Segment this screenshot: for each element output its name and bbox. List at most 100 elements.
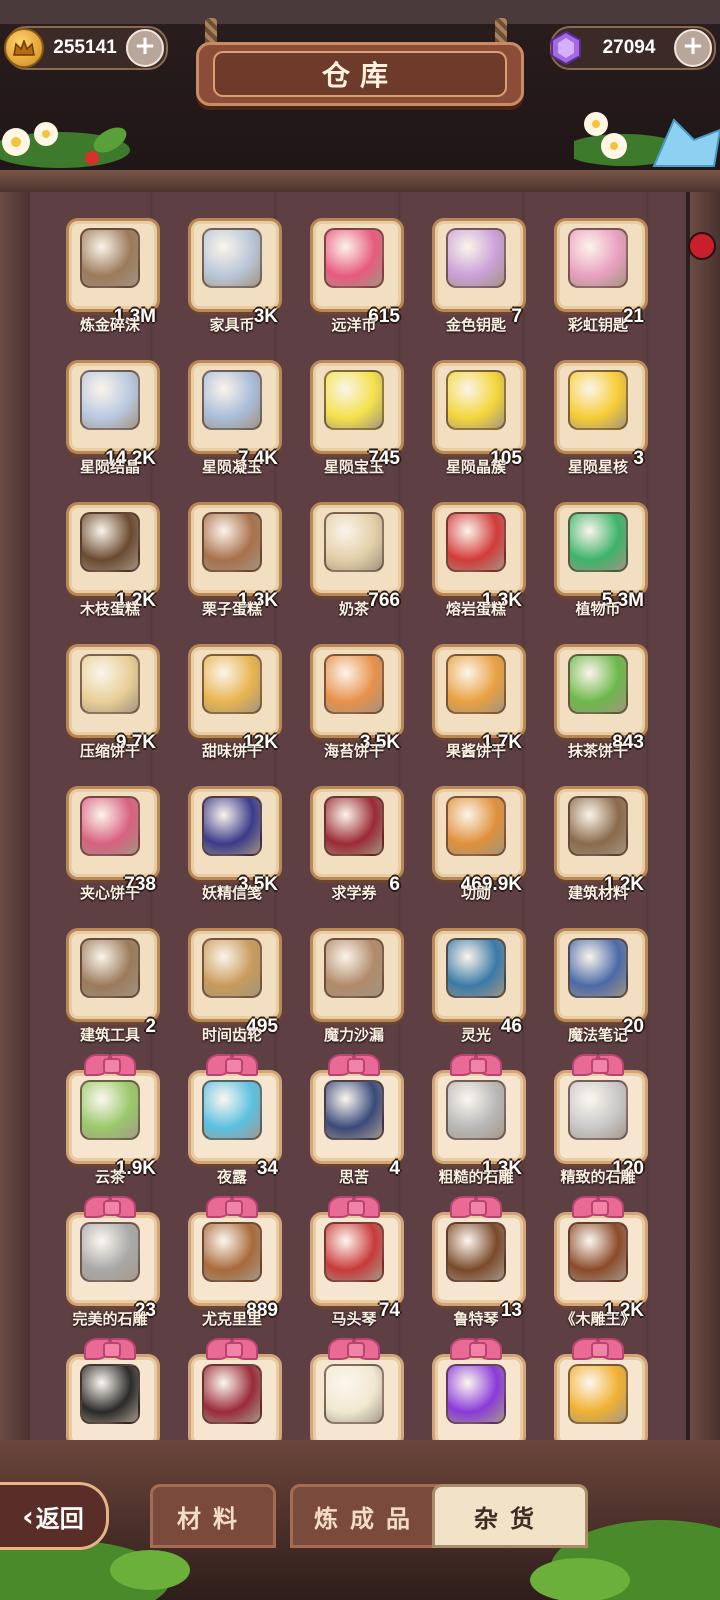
inventory-item[interactable]: 745 星陨宝玉 [304,356,404,492]
tab-materials[interactable]: 材料 [150,1484,276,1548]
inventory-item[interactable]: 1.3K 熔岩蛋糕 [426,498,526,634]
inventory-item[interactable]: 843 抹茶饼干 [548,640,648,776]
back-label: 返回 [35,1504,84,1533]
inventory-item[interactable]: 615 远洋币 [304,214,404,350]
rough-statue-icon [446,1080,506,1140]
inventory-item[interactable]: 3K 家具币 [182,214,282,350]
rock-fragments-icon [80,228,140,288]
item-name: 海苔饼干 [323,742,384,760]
item-name: 星陨宝玉 [323,458,384,476]
item-name: 时间齿轮 [201,1026,262,1044]
inventory-item[interactable]: 9.7K 压缩饼干 [60,640,160,776]
inventory-item[interactable]: 7 金色钥匙 [426,214,526,350]
inventory-item[interactable]: 1.3K 栗子蛋糕 [182,498,282,634]
inventory-item[interactable]: 13 鲁特琴 [426,1196,526,1344]
inventory-item[interactable]: 766 奶茶 [304,498,404,634]
lightbulb-icon [446,938,506,998]
left-post [0,192,30,1442]
jam-cookie-icon [446,654,506,714]
inventory-item[interactable]: 21 彩虹钥匙 [548,214,648,350]
item-name: 压缩饼干 [79,742,140,760]
inventory-item[interactable]: 1.2K 《木雕王》 [548,1196,648,1344]
inventory-item[interactable]: 34 夜露 [182,1054,282,1202]
back-button[interactable]: ‹ 返回 [0,1482,109,1550]
plant-coin-icon [568,512,628,572]
inventory-item[interactable]: 1.3M 炼金碎沫 [60,214,160,350]
item-name: 金色钥匙 [445,316,506,334]
milk-bottle-icon [324,1364,384,1424]
compressed-biscuit-icon [80,654,140,714]
item-name: 精致的石雕 [560,1168,636,1186]
item-name: 完美的石雕 [72,1310,148,1328]
purple-gem-icon [548,30,584,66]
inventory-item[interactable]: 46 灵光 [426,924,526,1060]
item-name: 星陨星核 [567,458,628,476]
inventory-item[interactable]: 魔力沙漏 [304,924,404,1060]
crystal-star-icon [202,370,262,430]
horsehead-fiddle-icon [324,1222,384,1282]
item-name: 马头琴 [331,1310,377,1328]
inventory-item[interactable]: 3.5K 妖精信笺 [182,782,282,918]
inventory-item[interactable]: 1.7K 果酱饼干 [426,640,526,776]
lute-icon [446,1222,506,1282]
inventory-item[interactable]: 3 星陨星核 [548,356,648,492]
tab-materials-label: 材料 [177,1504,249,1533]
inventory-item[interactable]: 23 完美的石雕 [60,1196,160,1344]
star-core-icon [568,370,628,430]
ocean-coin-icon [324,228,384,288]
item-name: 彩虹钥匙 [567,316,628,334]
tab-crafted-label: 炼成品 [314,1504,422,1533]
crown-coin-icon [4,28,44,68]
inventory-item[interactable]: 889 尤克里里 [182,1196,282,1344]
dark-cup-icon [324,1080,384,1140]
inventory-item[interactable]: 105 星陨晶簇 [426,356,526,492]
inventory-item[interactable]: 7.4K 星陨凝玉 [182,356,282,492]
inventory-item[interactable]: 12K 甜味饼干 [182,640,282,776]
black-book-icon [80,1364,140,1424]
bust-statue-icon [80,1222,140,1282]
inventory-item[interactable]: 120 精致的石雕 [548,1054,648,1202]
item-name: 夹心饼干 [79,884,140,902]
bird-statue-icon [568,1080,628,1140]
add-gold-button[interactable]: + [126,29,164,67]
red-book-icon [202,1364,262,1424]
gift-bow-icon [450,1052,502,1076]
inventory-item[interactable]: 4 思苦 [304,1054,404,1202]
study-ticket-icon [324,796,384,856]
inventory-item[interactable]: 6 求学券 [304,782,404,918]
item-name: 甜味饼干 [201,742,262,760]
item-name: 灵光 [460,1026,491,1044]
item-name: 栗子蛋糕 [201,600,262,618]
inventory-item[interactable]: 14.2K 星陨结晶 [60,356,160,492]
tab-misc[interactable]: 杂货 [432,1484,588,1548]
inventory-item[interactable]: 738 夹心饼干 [60,782,160,918]
title-sign: 仓库 [196,42,524,106]
inventory-item[interactable]: 74 马头琴 [304,1196,404,1344]
fairy-letter-icon [202,796,262,856]
sandwich-cookie-icon [80,796,140,856]
inventory-item[interactable]: 1.2K 木枝蛋糕 [60,498,160,634]
sweet-cracker-icon [202,654,262,714]
tab-crafted[interactable]: 炼成品 [290,1484,446,1548]
item-name: 功勋 [460,884,491,902]
inventory-item[interactable]: 1.2K 建筑材料 [548,782,648,918]
inventory-item[interactable]: 469.9K 功勋 [426,782,526,918]
inventory-item[interactable]: 1.9K 云茶 [60,1054,160,1202]
chestnut-cake-icon [202,512,262,572]
gem-currency: 27094 + [550,26,716,70]
inventory-item[interactable]: 20 魔法笔记 [548,924,648,1060]
flower-decoration-right [574,112,720,167]
inventory-item[interactable]: 495 时间齿轮 [182,924,282,1060]
item-name: 云茶 [94,1168,125,1186]
add-gem-button[interactable]: + [674,29,712,67]
gift-bow-icon [572,1052,624,1076]
inventory-item[interactable]: 1.3K 粗糙的石雕 [426,1054,526,1202]
dew-bowl-icon [202,1080,262,1140]
inventory-item[interactable]: 3.5K 海苔饼干 [304,640,404,776]
page-title: 仓库 [213,51,507,97]
item-name: 木枝蛋糕 [79,600,140,618]
gift-bow-icon [572,1194,624,1218]
inventory-item[interactable]: 5.3M 植物币 [548,498,648,634]
inventory-item[interactable]: 2 建筑工具 [60,924,160,1060]
seaweed-cracker-icon [324,654,384,714]
